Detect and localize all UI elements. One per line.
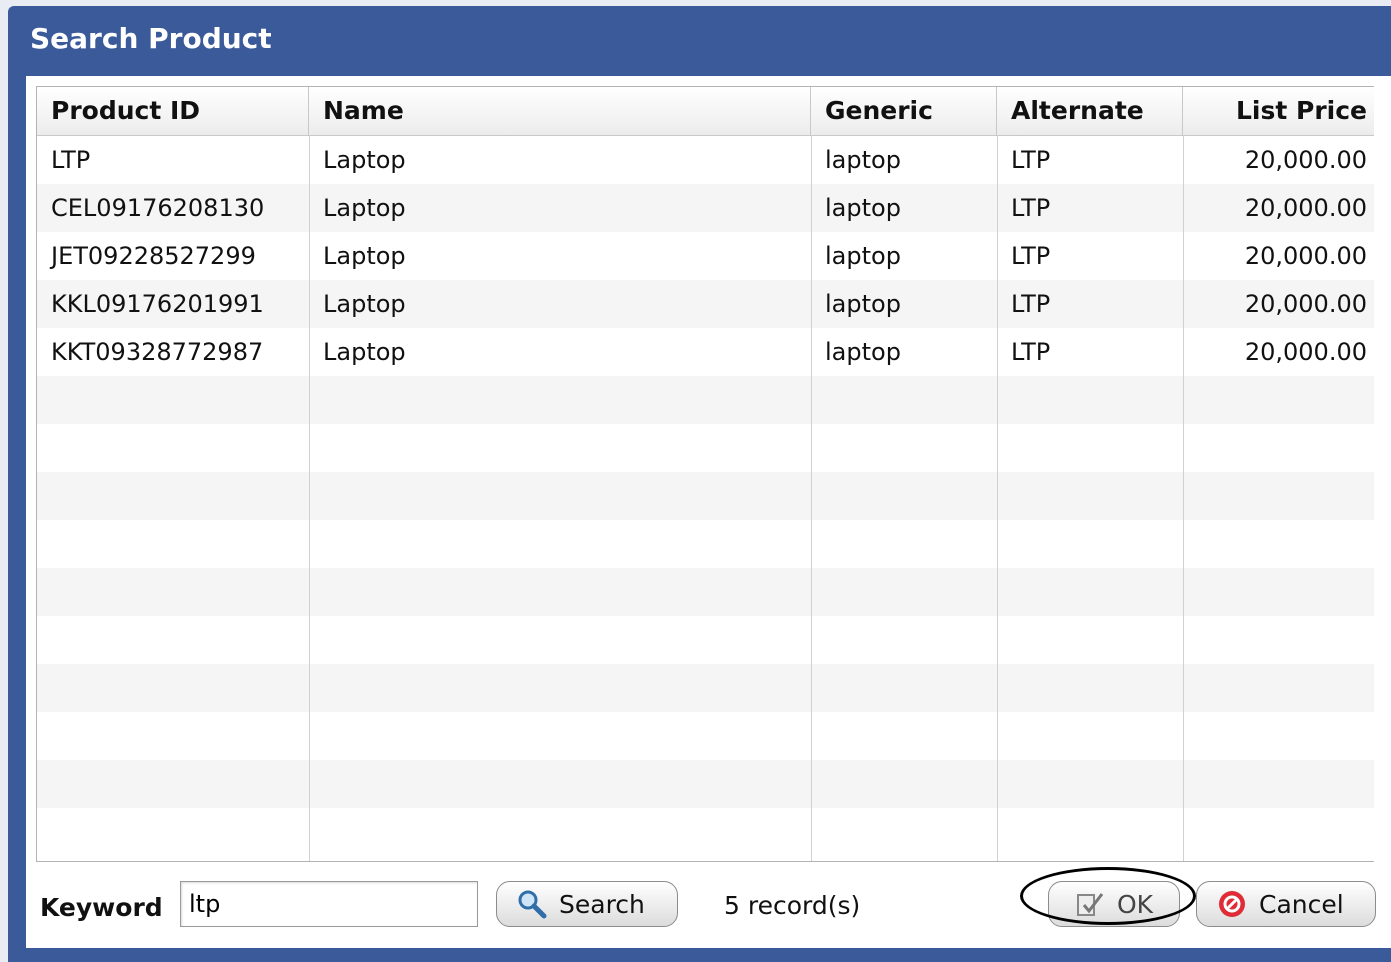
grid-rows: KKT09328772987 Laptop laptop LTP 20,000.00 KK…	[37, 136, 1374, 861]
keyword-input[interactable]	[180, 881, 478, 927]
cell-alternate: LTP	[1011, 338, 1051, 366]
cell-generic: laptop	[825, 338, 901, 366]
empty-row	[37, 616, 1374, 664]
cell-name: Laptop	[323, 338, 406, 366]
cell-list-price: 20,000.00	[1244, 290, 1367, 318]
cell-list-price: 20,000.00	[1244, 194, 1367, 222]
column-divider	[1183, 136, 1184, 861]
cell-generic: laptop	[825, 242, 901, 270]
cell-list-price: 20,000.00	[1244, 242, 1367, 270]
cell-product-id: CEL09176208130	[51, 194, 265, 222]
grid-header: Product ID Name Generic Alternate List P…	[37, 87, 1374, 136]
search-product-dialog: Search Product Product ID Name Generic A…	[8, 6, 1391, 962]
empty-row	[37, 472, 1374, 520]
cancel-button[interactable]: Cancel	[1196, 881, 1376, 927]
column-divider	[811, 136, 812, 861]
record-count: 5 record(s)	[724, 891, 861, 920]
table-row[interactable]: JET09228527299 Laptop laptop LTP 20,000.00	[37, 232, 1374, 280]
empty-row	[37, 568, 1374, 616]
column-header-alternate[interactable]: Alternate	[997, 87, 1183, 135]
cell-product-id: KKL09176201991	[51, 290, 264, 318]
cell-product-id: LTP	[51, 146, 91, 174]
dialog-title: Search Product	[30, 22, 272, 55]
table-row[interactable]: LTP Laptop laptop LTP 20,000.00	[37, 136, 1374, 184]
cell-name: Laptop	[323, 290, 406, 318]
column-divider	[309, 136, 310, 861]
empty-row	[37, 520, 1374, 568]
empty-row	[37, 376, 1374, 424]
cell-product-id: JET09228527299	[51, 242, 256, 270]
cell-alternate: LTP	[1011, 290, 1051, 318]
cell-name: Laptop	[323, 146, 406, 174]
column-header-list-price[interactable]: List Price	[1183, 87, 1374, 135]
cell-alternate: LTP	[1011, 242, 1051, 270]
column-header-generic[interactable]: Generic	[811, 87, 997, 135]
cell-generic: laptop	[825, 146, 901, 174]
cell-product-id: KKT09328772987	[51, 338, 264, 366]
table-row[interactable]: KKL09176201991 Laptop laptop LTP 20,000.00	[37, 280, 1374, 328]
cell-name: Laptop	[323, 242, 406, 270]
magnifier-icon	[517, 889, 547, 919]
column-header-name[interactable]: Name	[309, 87, 811, 135]
cell-generic: laptop	[825, 194, 901, 222]
dialog-footer: Keyword Search 5 record(s)	[26, 867, 1391, 941]
column-divider	[997, 136, 998, 861]
cell-generic: laptop	[825, 290, 901, 318]
search-button-label: Search	[559, 889, 645, 919]
table-row[interactable]: KKT09328772987 Laptop laptop LTP 20,000.00	[37, 328, 1374, 376]
ok-check-icon	[1075, 889, 1105, 919]
cell-list-price: 20,000.00	[1244, 338, 1367, 366]
column-header-product-id[interactable]: Product ID	[37, 87, 309, 135]
cancel-circle-icon	[1217, 889, 1247, 919]
product-grid: Product ID Name Generic Alternate List P…	[36, 86, 1374, 862]
dialog-body: Product ID Name Generic Alternate List P…	[26, 76, 1391, 948]
cancel-button-label: Cancel	[1259, 889, 1344, 919]
empty-row	[37, 760, 1374, 808]
empty-row	[37, 664, 1374, 712]
table-row[interactable]: CEL09176208130 Laptop laptop LTP 20,000.00	[37, 184, 1374, 232]
empty-row	[37, 424, 1374, 472]
ok-button[interactable]: OK	[1048, 881, 1180, 927]
cell-name: Laptop	[323, 194, 406, 222]
ok-button-label: OK	[1116, 889, 1154, 919]
cell-alternate: LTP	[1011, 194, 1051, 222]
empty-row	[37, 808, 1374, 856]
search-button[interactable]: Search	[496, 881, 678, 927]
cell-alternate: LTP	[1011, 146, 1051, 174]
keyword-label: Keyword	[40, 893, 163, 922]
empty-row	[37, 712, 1374, 760]
cell-list-price: 20,000.00	[1244, 146, 1367, 174]
